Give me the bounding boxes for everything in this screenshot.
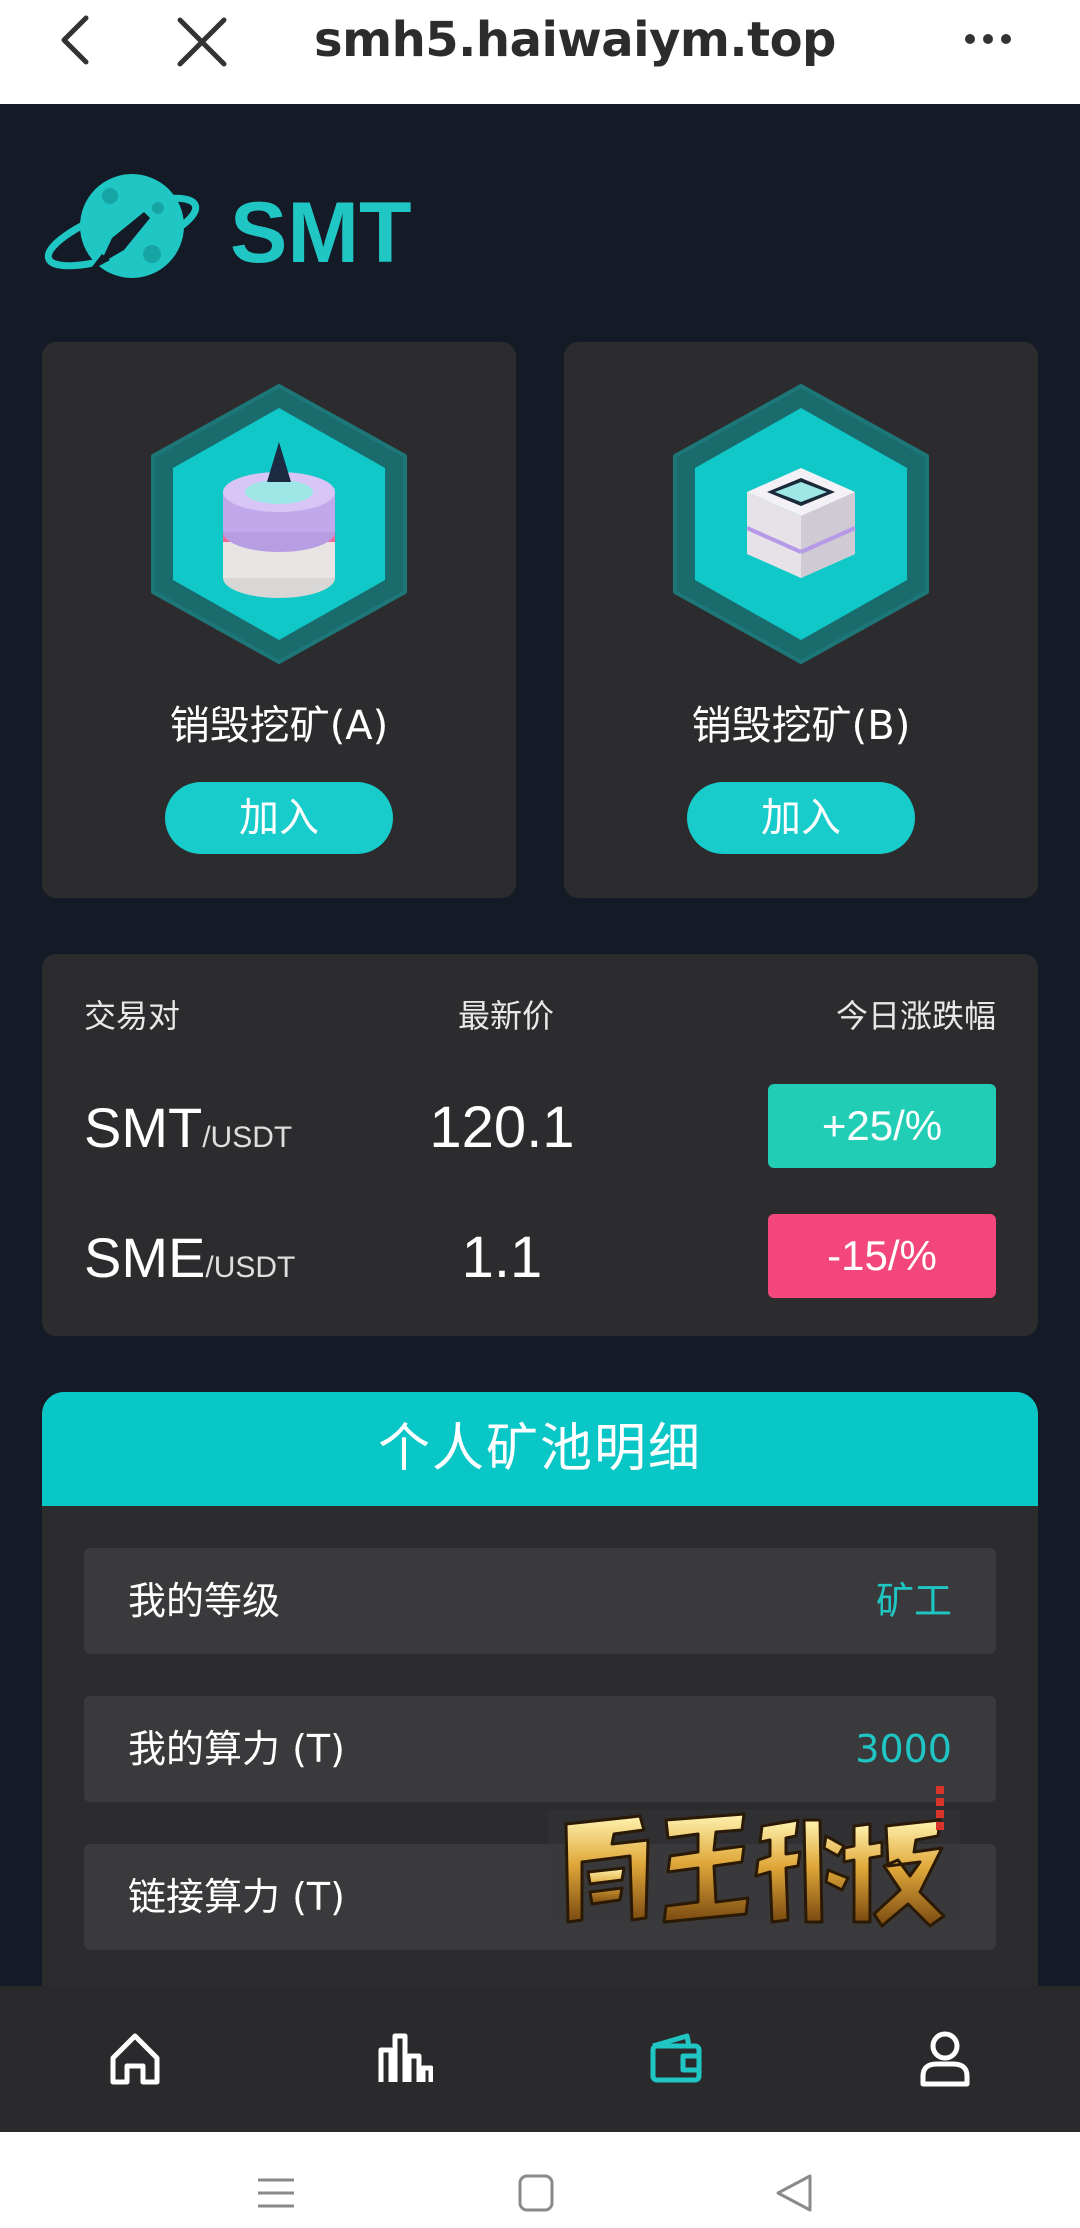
nav-market[interactable] <box>270 1986 540 2132</box>
system-navigation-bar <box>0 2132 1080 2228</box>
market-table: 交易对 最新价 今日涨跌幅 SMT/USDT 120.1 +25/% SME/U… <box>42 954 1038 1336</box>
change-badge: +25/% <box>768 1084 996 1168</box>
pair-base: SMT <box>84 1096 203 1159</box>
trading-pair: SME/USDT <box>84 1228 295 1288</box>
pool-title: 个人矿池明细 <box>42 1392 1038 1506</box>
mining-card-a: 销毁挖矿(A) 加入 <box>42 342 516 898</box>
header-price: 最新价 <box>458 997 555 1035</box>
pair-quote: /USDT <box>205 1251 296 1284</box>
main-content: SMT 销毁挖矿(A) 加入 销毁挖矿(B) 加入 交易对 最新价 今日涨跌幅 … <box>0 104 1080 1986</box>
change-badge: -15/% <box>768 1214 996 1298</box>
bottom-navigation <box>0 1986 1080 2132</box>
mining-card-b: 销毁挖矿(B) 加入 <box>564 342 1038 898</box>
mining-pool-a-icon <box>151 384 407 664</box>
mining-card-a-title: 销毁挖矿(A) <box>169 703 389 749</box>
close-icon[interactable] <box>172 12 232 72</box>
market-row-sme[interactable]: SME/USDT 1.1 -15/% <box>42 1214 1038 1298</box>
chart-icon <box>378 2033 433 2082</box>
header-change: 今日涨跌幅 <box>835 997 996 1035</box>
market-row-smt[interactable]: SMT/USDT 120.1 +25/% <box>42 1084 1038 1168</box>
home-icon <box>110 2033 160 2085</box>
trading-pair: SMT/USDT <box>84 1098 292 1158</box>
nav-profile[interactable] <box>810 1986 1080 2132</box>
more-options-icon[interactable] <box>960 14 1016 64</box>
user-icon <box>920 2031 970 2087</box>
recent-apps-icon[interactable] <box>252 2172 300 2214</box>
header-pair: 交易对 <box>84 997 181 1035</box>
latest-price: 120.1 <box>429 1095 575 1160</box>
pool-item-label: 链接算力 (T) <box>128 1875 345 1919</box>
nav-home[interactable] <box>0 1986 270 2132</box>
wallet-icon <box>650 2033 702 2083</box>
join-button-b[interactable]: 加入 <box>687 782 915 854</box>
browser-toolbar: smh5.haiwaiym.top <box>0 0 1080 104</box>
pool-item-value: 3000 <box>855 1727 952 1771</box>
pool-item-label: 我的算力 (T) <box>128 1727 345 1771</box>
home-square-icon[interactable] <box>512 2172 560 2214</box>
brand-name: SMT <box>230 185 412 281</box>
pool-item-value: 矿工 <box>875 1579 952 1623</box>
watermark-logo <box>548 1786 960 1928</box>
nav-wallet[interactable] <box>540 1986 810 2132</box>
page-url[interactable]: smh5.haiwaiym.top <box>314 10 836 70</box>
latest-price: 1.1 <box>461 1225 543 1290</box>
back-arrow-icon[interactable] <box>50 12 106 68</box>
mining-pool-b-icon <box>673 384 929 664</box>
join-button-a[interactable]: 加入 <box>165 782 393 854</box>
back-triangle-icon[interactable] <box>770 2172 818 2214</box>
pair-quote: /USDT <box>202 1121 293 1154</box>
mining-card-b-title: 销毁挖矿(B) <box>691 703 911 749</box>
pool-item-label: 我的等级 <box>128 1579 281 1623</box>
pool-item-level: 我的等级 矿工 <box>84 1548 996 1654</box>
pair-base: SME <box>84 1226 206 1289</box>
planet-rocket-logo-icon <box>44 174 200 278</box>
